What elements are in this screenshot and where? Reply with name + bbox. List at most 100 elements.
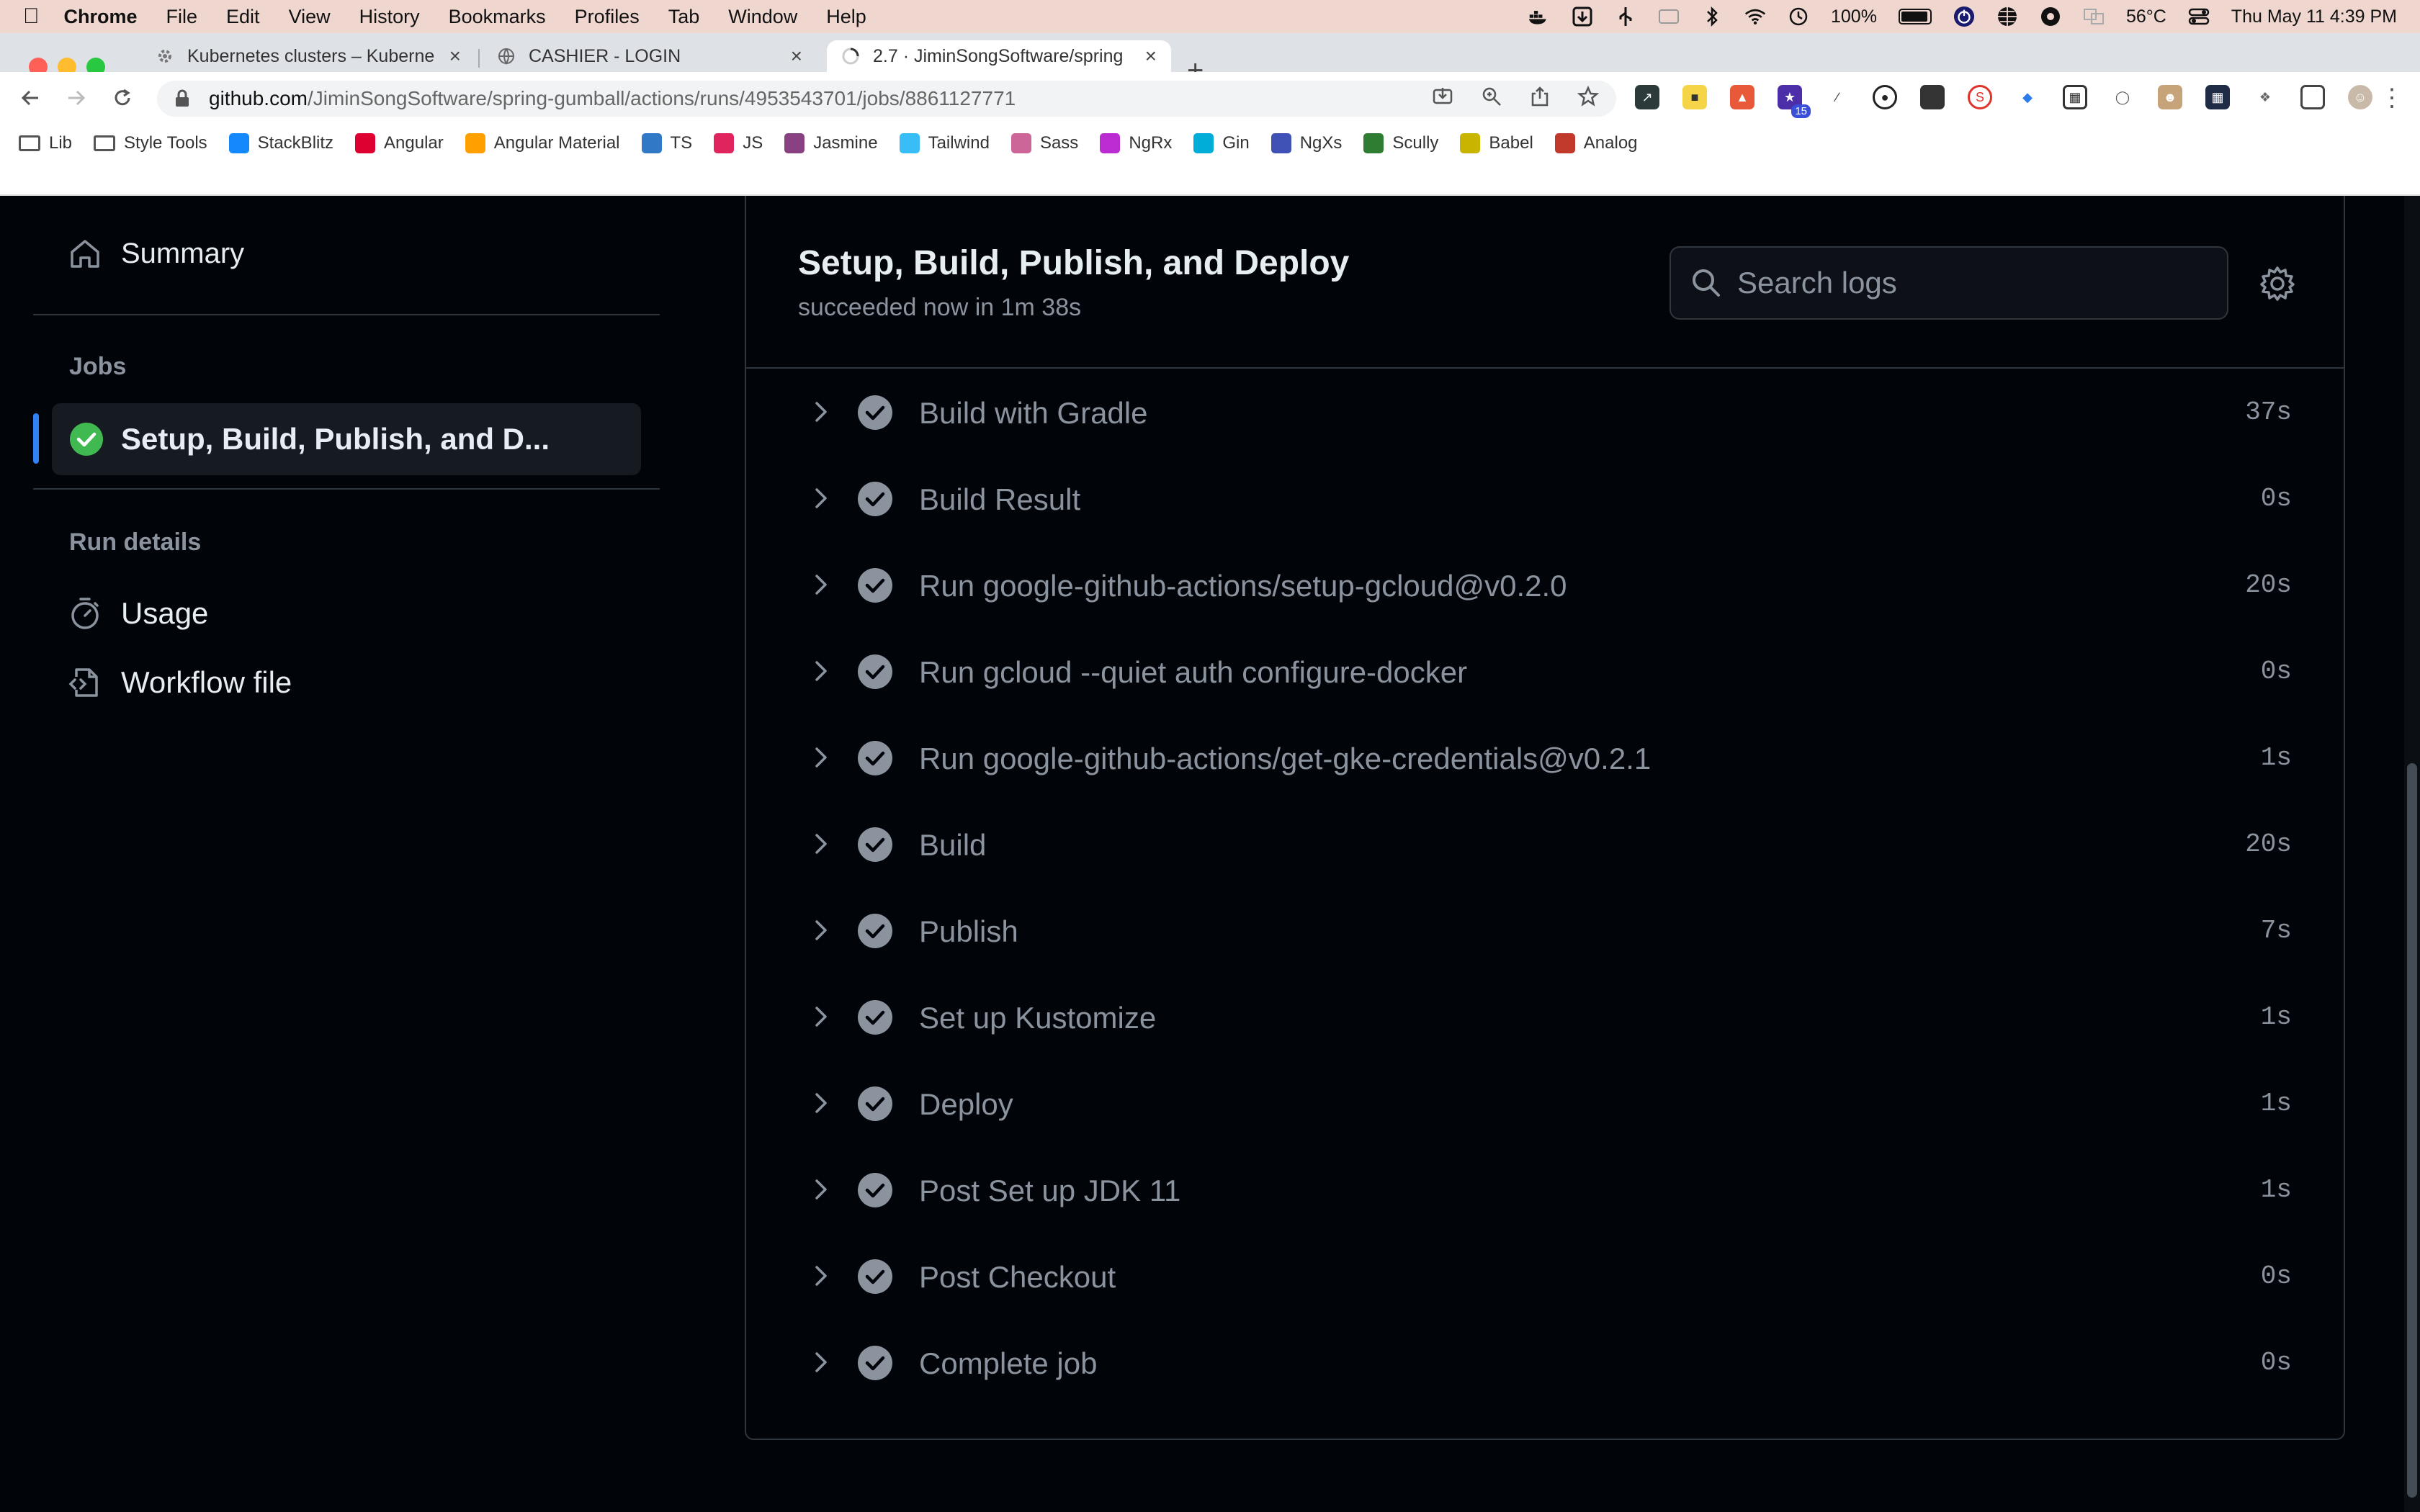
extension-diamond-icon[interactable]: ◆	[2015, 85, 2040, 109]
step-row[interactable]: Set up Kustomize 1s	[746, 973, 2344, 1060]
menu-app-chrome[interactable]: Chrome	[64, 6, 138, 28]
close-icon[interactable]: ×	[1145, 45, 1157, 68]
sidebar-item-job[interactable]: Setup, Build, Publish, and D...	[52, 403, 641, 475]
search-logs-box[interactable]	[1670, 246, 2228, 320]
globe-icon[interactable]	[1996, 6, 2018, 27]
bookmark-item[interactable]: Scully	[1363, 133, 1438, 153]
menu-profiles[interactable]: Profiles	[575, 6, 640, 28]
share-icon[interactable]	[1530, 86, 1550, 112]
back-arrow-icon[interactable]	[17, 85, 43, 111]
bookmark-item[interactable]: StackBlitz	[228, 133, 333, 153]
page-scrollbar-thumb[interactable]	[2407, 763, 2417, 1498]
lock-icon[interactable]	[174, 89, 190, 108]
sidebar-item-workflow-file[interactable]: Workflow file	[68, 654, 644, 711]
bookmark-item[interactable]: TS	[641, 133, 692, 153]
docker-icon[interactable]	[1528, 6, 1550, 27]
zoom-icon[interactable]	[1481, 86, 1502, 112]
chevron-right-icon[interactable]	[807, 1261, 835, 1290]
menu-edit[interactable]: Edit	[226, 6, 260, 28]
bluetooth-icon[interactable]	[1701, 6, 1723, 27]
bookmark-item[interactable]: Angular Material	[465, 133, 620, 153]
display-icon[interactable]	[1658, 6, 1680, 27]
step-row[interactable]: Run google-github-actions/get-gke-creden…	[746, 714, 2344, 801]
bookmark-item[interactable]: Sass	[1010, 133, 1078, 153]
bookmark-item[interactable]: NgXs	[1270, 133, 1342, 153]
extension-face-icon[interactable]: ☻	[2158, 85, 2182, 109]
extension-window-icon[interactable]: ▦	[2063, 85, 2087, 109]
close-icon[interactable]: ×	[449, 45, 461, 68]
step-row[interactable]: Run gcloud --quiet auth configure-docker…	[746, 628, 2344, 714]
browser-menu-icon[interactable]: ⋮	[2380, 84, 2404, 112]
chevron-right-icon[interactable]	[807, 657, 835, 685]
chevron-right-icon[interactable]	[807, 484, 835, 513]
bookmark-item[interactable]: Lib	[19, 133, 72, 153]
menu-view[interactable]: View	[289, 6, 331, 28]
close-icon[interactable]: ×	[791, 45, 802, 68]
apple-icon[interactable]: 	[23, 4, 40, 29]
search-logs-input[interactable]	[1737, 266, 2213, 300]
translate-icon[interactable]	[2083, 6, 2105, 27]
reload-icon[interactable]	[109, 85, 135, 111]
step-row[interactable]: Deploy 1s	[746, 1060, 2344, 1146]
extension-grid-icon[interactable]: ▦	[2205, 85, 2230, 109]
menu-tab[interactable]: Tab	[668, 6, 700, 28]
step-row[interactable]: Build with Gradle 37s	[746, 369, 2344, 455]
extension-wizard-icon[interactable]: ★ 15	[1778, 85, 1811, 118]
step-row[interactable]: Post Checkout 0s	[746, 1233, 2344, 1319]
avatar[interactable]: ☺	[2348, 85, 2372, 109]
extension-cursor-icon[interactable]: ↗	[1635, 85, 1659, 109]
bookmark-item[interactable]: Angular	[355, 133, 444, 153]
bookmark-item[interactable]: Tailwind	[899, 133, 990, 153]
step-row[interactable]: Complete job 0s	[746, 1319, 2344, 1405]
forward-arrow-icon[interactable]	[63, 85, 89, 111]
extension-bulb-icon[interactable]: ◯	[2110, 85, 2135, 109]
step-row[interactable]: Build Result 0s	[746, 455, 2344, 541]
bookmark-item[interactable]: JS	[714, 133, 763, 153]
gear-icon[interactable]	[2259, 265, 2296, 302]
step-row[interactable]: Run google-github-actions/setup-gcloud@v…	[746, 541, 2344, 628]
chevron-right-icon[interactable]	[807, 1002, 835, 1031]
menu-help[interactable]: Help	[826, 6, 866, 28]
wifi-icon[interactable]	[1744, 6, 1766, 27]
chevron-right-icon[interactable]	[807, 397, 835, 426]
bookmark-item[interactable]: NgRx	[1100, 133, 1172, 153]
chevron-right-icon[interactable]	[807, 1175, 835, 1204]
menubar-clock[interactable]: Thu May 11 4:39 PM	[2231, 6, 2397, 27]
bookmark-star-icon[interactable]	[1577, 85, 1600, 112]
chevron-right-icon[interactable]	[807, 916, 835, 945]
chevron-right-icon[interactable]	[807, 1348, 835, 1377]
bookmark-item[interactable]: Gin	[1193, 133, 1250, 153]
step-row[interactable]: Publish 7s	[746, 887, 2344, 973]
bookmark-item[interactable]: Analog	[1554, 133, 1638, 153]
tab-github-actions[interactable]: 2.7 · JiminSongSoftware/spring ×	[827, 40, 1171, 72]
extension-sticky-note-icon[interactable]: ■	[1682, 85, 1707, 109]
chevron-right-icon[interactable]	[807, 570, 835, 599]
extension-eyedropper-icon[interactable]: ∕	[1825, 85, 1850, 109]
usb-icon[interactable]	[1615, 6, 1636, 27]
chevron-right-icon[interactable]	[807, 829, 835, 858]
extension-circle-icon[interactable]: ●	[1873, 85, 1897, 109]
chevron-right-icon[interactable]	[807, 743, 835, 772]
power-app-icon[interactable]	[1953, 6, 1975, 27]
extension-red-s-icon[interactable]: S	[1968, 85, 1992, 109]
download-status-icon[interactable]	[1572, 6, 1593, 27]
control-center-icon[interactable]	[2188, 6, 2210, 27]
tab-kubernetes[interactable]: Kubernetes clusters – Kuberne ×	[141, 40, 475, 72]
menu-bookmarks[interactable]: Bookmarks	[449, 6, 546, 28]
time-machine-icon[interactable]	[1788, 6, 1809, 27]
battery-icon[interactable]	[1898, 9, 1932, 24]
extension-fox-icon[interactable]: ▲	[1730, 85, 1754, 109]
extensions-puzzle-icon[interactable]: ❖	[2253, 85, 2277, 109]
step-row[interactable]: Post Set up JDK 11 1s	[746, 1146, 2344, 1233]
menu-file[interactable]: File	[166, 6, 198, 28]
tab-cashier-login[interactable]: CASHIER - LOGIN ×	[483, 40, 817, 72]
aperture-icon[interactable]	[2040, 6, 2061, 27]
install-app-icon[interactable]	[1432, 86, 1453, 112]
extension-dark-icon[interactable]	[1920, 85, 1945, 109]
sidebar-item-summary[interactable]: Summary	[33, 225, 660, 282]
step-row[interactable]: Build 20s	[746, 801, 2344, 887]
bookmark-item[interactable]: Style Tools	[94, 133, 207, 153]
chevron-right-icon[interactable]	[807, 1089, 835, 1117]
menu-history[interactable]: History	[359, 6, 420, 28]
menu-window[interactable]: Window	[728, 6, 797, 28]
